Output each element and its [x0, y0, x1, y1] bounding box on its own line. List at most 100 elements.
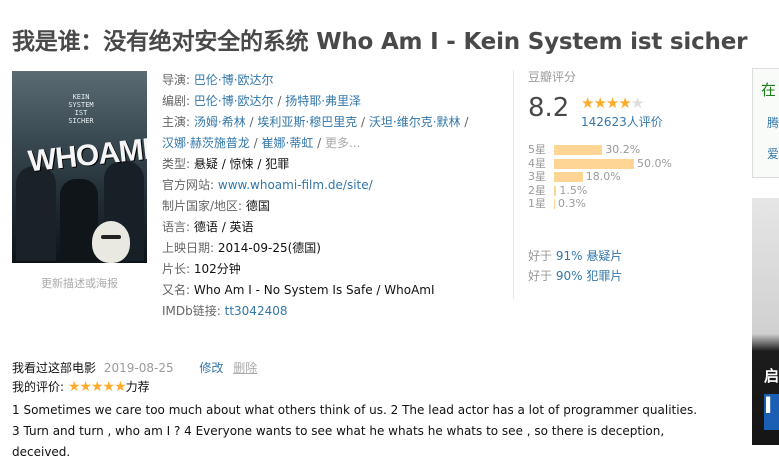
director-link[interactable]: 巴伦·博·欧达尔	[194, 73, 274, 87]
rating-bar-row: 3星 18.0%	[528, 170, 672, 184]
aka-label: 又名:	[162, 283, 191, 297]
rating-bar-percent: 50.0%	[637, 156, 672, 170]
language-value: 德语 / 英语	[193, 220, 254, 234]
release-label: 上映日期:	[162, 241, 215, 255]
page-title: 我是谁：没有绝对安全的系统 Who Am I - Kein System ist…	[12, 29, 748, 55]
site-row: 官方网站: www.whoami-film.de/site/	[162, 175, 502, 196]
cast-row: 主演: 汤姆·希林 / 埃利亚斯·穆巴里克 / 沃坦·维尔克·默林 /	[162, 115, 469, 129]
better-than-link[interactable]: 91% 悬疑片	[556, 249, 623, 263]
imdb-link[interactable]: tt3042408	[225, 304, 288, 318]
movie-info: 导演: 巴伦·博·欧达尔 编剧: 巴伦·博·欧达尔 / 扬特耶·弗里泽 主演: …	[162, 70, 502, 322]
my-rating-stars-icon: ★★★★★	[67, 379, 127, 395]
movie-poster[interactable]: KEIN SYSTEM IST SICHER WHOAMI	[12, 71, 147, 263]
rating-bar	[554, 158, 634, 169]
rating-bar-percent: 30.2%	[605, 143, 641, 156]
rating-bar	[554, 172, 583, 182]
writer-row: 编剧: 巴伦·博·欧达尔 / 扬特耶·弗里泽	[162, 94, 362, 108]
better-than-row: 好于 91% 悬疑片	[528, 249, 623, 263]
watched-status: 我看过这部电影 2019-08-25 修改 删除	[12, 359, 257, 376]
release-row: 上映日期: 2014-09-25(德国)	[162, 238, 502, 259]
poster-tagline: KEIN SYSTEM IST SICHER	[68, 93, 94, 125]
rating-stars-icon: ★★★★★	[581, 94, 644, 112]
more-cast-link[interactable]: 更多...	[325, 136, 360, 150]
rating-bar-label: 1星	[528, 197, 546, 210]
cast-link[interactable]: 汤姆·希林	[194, 115, 246, 129]
rating-bar-label: 3星	[528, 170, 546, 183]
rating-bar-row: 1星 0.3%	[528, 197, 672, 211]
country-row: 制片国家/地区: 德国	[162, 196, 502, 217]
ad-logo: I	[764, 394, 779, 430]
rating-bar-row: 5星 30.2%	[528, 143, 672, 157]
star-icon: ★	[618, 94, 631, 112]
delete-button[interactable]: 删除	[233, 361, 257, 375]
runtime-row: 片长: 102分钟	[162, 259, 502, 280]
cast-row-continued: 汉娜·赫茨施普龙 / 崔娜·蒂虹 / 更多...	[162, 136, 361, 150]
votes-link[interactable]: 142623人评价	[581, 113, 663, 130]
imdb-label: IMDb链接:	[162, 304, 221, 318]
genre-row: 类型: 悬疑 / 惊悚 / 犯罪	[162, 154, 502, 175]
rating-bar	[554, 185, 557, 196]
aka-row: 又名: Who Am I - No System Is Safe / WhoAm…	[162, 280, 502, 301]
rating-bar-label: 2星	[528, 183, 546, 197]
watch-options-box: 在 腾 爱	[752, 68, 779, 178]
official-site-link[interactable]: www.whoami-film.de/site/	[218, 178, 373, 192]
rating-bar-label: 5星	[528, 143, 546, 156]
rating-score: 8.2	[528, 93, 570, 123]
star-icon: ★	[630, 94, 644, 112]
my-comment: 1 Sometimes we care too much about what …	[12, 403, 698, 459]
poster-mask-icon	[92, 221, 130, 263]
rating-bar-percent: 0.3%	[558, 197, 586, 210]
cast-label: 主演:	[162, 115, 191, 129]
cast-link[interactable]: 沃坦·维尔克·默林	[369, 115, 461, 129]
better-than: 好于 91% 悬疑片 好于 90% 犯罪片	[528, 246, 622, 286]
site-label: 官方网站:	[162, 178, 215, 192]
cast-link[interactable]: 汉娜·赫茨施普龙	[162, 136, 250, 150]
rating-bar	[554, 145, 603, 155]
director-label: 导演:	[162, 73, 191, 87]
watch-options-title: 在	[761, 81, 777, 99]
writer-label: 编剧:	[162, 94, 191, 108]
my-rating-label: 我的评价:	[12, 380, 65, 394]
divider	[513, 70, 514, 299]
runtime-value: 102分钟	[193, 262, 241, 276]
writer-link[interactable]: 扬特耶·弗里泽	[285, 94, 361, 108]
watch-provider-link[interactable]: 腾	[767, 114, 779, 131]
rating-bar-row: 4星 50.0%	[528, 157, 672, 171]
aka-value: Who Am I - No System Is Safe / WhoAmI	[193, 283, 435, 297]
better-than-row: 好于 90% 犯罪片	[528, 269, 623, 283]
country-label: 制片国家/地区:	[162, 199, 243, 213]
rating-bar-percent: 18.0%	[585, 170, 621, 183]
country-value: 德国	[245, 199, 270, 213]
better-than-link[interactable]: 90% 犯罪片	[556, 269, 623, 283]
star-icon: ★	[605, 94, 619, 112]
rating-bar-percent: 1.5%	[559, 183, 588, 197]
update-poster-link[interactable]: 更新描述或海报	[12, 275, 147, 291]
language-label: 语言:	[162, 220, 191, 234]
cast-link[interactable]: 埃利亚斯·穆巴里克	[257, 115, 357, 129]
language-row: 语言: 德语 / 英语	[162, 217, 502, 238]
imdb-row: IMDb链接: tt3042408	[162, 301, 502, 322]
genre-label: 类型:	[162, 157, 191, 171]
edit-button[interactable]: 修改	[199, 361, 223, 375]
poster-figure	[16, 166, 56, 261]
genre-value: 悬疑 / 惊悚 / 犯罪	[193, 157, 290, 171]
runtime-label: 片长:	[162, 262, 191, 276]
side-ad-banner[interactable]: 启 I	[752, 198, 779, 445]
rating-bar	[554, 199, 555, 209]
watched-label: 我看过这部电影	[12, 361, 97, 375]
rating-bar-label: 4星	[528, 156, 546, 170]
watched-date: 2019-08-25	[103, 361, 174, 375]
star-icon: ★	[581, 94, 594, 112]
rating-distribution: 5星 30.2% 4星 50.0% 3星 18.0% 2星 1.5% 1星 0.3%	[528, 143, 672, 211]
cast-link[interactable]: 崔娜·蒂虹	[262, 136, 314, 150]
rating-bar-row: 2星 1.5%	[528, 184, 672, 198]
ad-text: 启	[764, 367, 779, 385]
writer-link[interactable]: 巴伦·博·欧达尔	[194, 94, 274, 108]
director-row: 导演: 巴伦·博·欧达尔	[162, 70, 502, 91]
watch-provider-link[interactable]: 爱	[767, 145, 779, 162]
rating-panel: 豆瓣评分 8.2 ★★★★★ 142623人评价 5星 30.2% 4星 50.0% 3…	[528, 68, 728, 283]
star-icon: ★	[593, 94, 606, 112]
my-rating-word: 力荐	[125, 380, 150, 394]
my-rating: 我的评价: ★★★★★力荐	[12, 378, 150, 395]
release-value: 2014-09-25(德国)	[217, 241, 321, 255]
